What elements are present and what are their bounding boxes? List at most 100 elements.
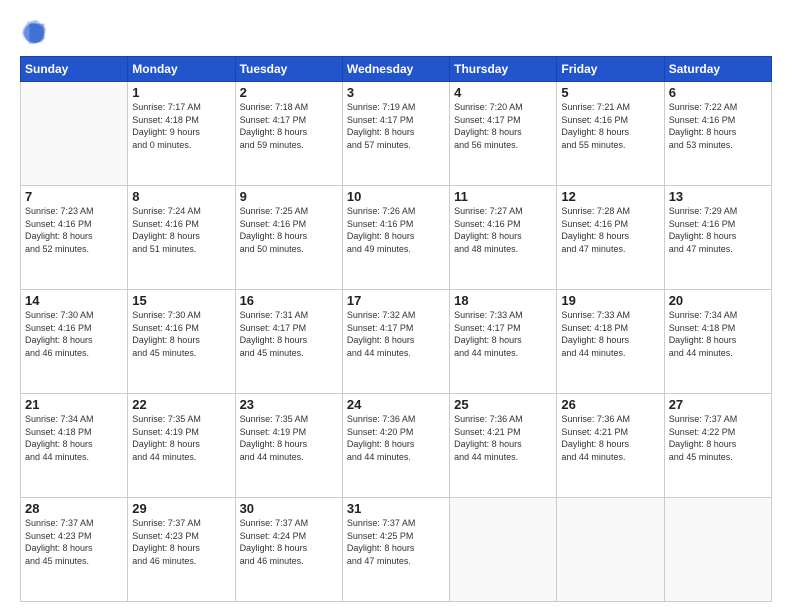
day-info: Sunrise: 7:30 AM Sunset: 4:16 PM Dayligh… xyxy=(132,309,230,359)
day-number: 3 xyxy=(347,85,445,100)
calendar-cell: 19Sunrise: 7:33 AM Sunset: 4:18 PM Dayli… xyxy=(557,290,664,394)
col-sunday: Sunday xyxy=(21,57,128,82)
day-number: 14 xyxy=(25,293,123,308)
day-number: 8 xyxy=(132,189,230,204)
calendar-cell xyxy=(21,82,128,186)
day-info: Sunrise: 7:32 AM Sunset: 4:17 PM Dayligh… xyxy=(347,309,445,359)
calendar-cell: 24Sunrise: 7:36 AM Sunset: 4:20 PM Dayli… xyxy=(342,394,449,498)
calendar-cell: 28Sunrise: 7:37 AM Sunset: 4:23 PM Dayli… xyxy=(21,498,128,602)
day-number: 5 xyxy=(561,85,659,100)
calendar-week-row: 21Sunrise: 7:34 AM Sunset: 4:18 PM Dayli… xyxy=(21,394,772,498)
calendar-cell: 7Sunrise: 7:23 AM Sunset: 4:16 PM Daylig… xyxy=(21,186,128,290)
day-info: Sunrise: 7:36 AM Sunset: 4:21 PM Dayligh… xyxy=(454,413,552,463)
day-number: 17 xyxy=(347,293,445,308)
day-number: 6 xyxy=(669,85,767,100)
day-info: Sunrise: 7:37 AM Sunset: 4:23 PM Dayligh… xyxy=(132,517,230,567)
day-info: Sunrise: 7:37 AM Sunset: 4:23 PM Dayligh… xyxy=(25,517,123,567)
calendar-cell: 5Sunrise: 7:21 AM Sunset: 4:16 PM Daylig… xyxy=(557,82,664,186)
day-info: Sunrise: 7:30 AM Sunset: 4:16 PM Dayligh… xyxy=(25,309,123,359)
calendar-cell: 23Sunrise: 7:35 AM Sunset: 4:19 PM Dayli… xyxy=(235,394,342,498)
calendar-cell: 30Sunrise: 7:37 AM Sunset: 4:24 PM Dayli… xyxy=(235,498,342,602)
day-number: 10 xyxy=(347,189,445,204)
calendar-cell: 14Sunrise: 7:30 AM Sunset: 4:16 PM Dayli… xyxy=(21,290,128,394)
day-info: Sunrise: 7:28 AM Sunset: 4:16 PM Dayligh… xyxy=(561,205,659,255)
calendar-cell: 9Sunrise: 7:25 AM Sunset: 4:16 PM Daylig… xyxy=(235,186,342,290)
day-number: 2 xyxy=(240,85,338,100)
day-number: 22 xyxy=(132,397,230,412)
page: Sunday Monday Tuesday Wednesday Thursday… xyxy=(0,0,792,612)
day-number: 4 xyxy=(454,85,552,100)
day-number: 28 xyxy=(25,501,123,516)
calendar-cell: 4Sunrise: 7:20 AM Sunset: 4:17 PM Daylig… xyxy=(450,82,557,186)
col-saturday: Saturday xyxy=(664,57,771,82)
day-number: 20 xyxy=(669,293,767,308)
day-info: Sunrise: 7:33 AM Sunset: 4:18 PM Dayligh… xyxy=(561,309,659,359)
day-info: Sunrise: 7:21 AM Sunset: 4:16 PM Dayligh… xyxy=(561,101,659,151)
calendar-cell: 27Sunrise: 7:37 AM Sunset: 4:22 PM Dayli… xyxy=(664,394,771,498)
day-number: 25 xyxy=(454,397,552,412)
day-number: 30 xyxy=(240,501,338,516)
day-info: Sunrise: 7:23 AM Sunset: 4:16 PM Dayligh… xyxy=(25,205,123,255)
calendar-cell: 15Sunrise: 7:30 AM Sunset: 4:16 PM Dayli… xyxy=(128,290,235,394)
calendar-week-row: 14Sunrise: 7:30 AM Sunset: 4:16 PM Dayli… xyxy=(21,290,772,394)
col-monday: Monday xyxy=(128,57,235,82)
calendar-cell: 13Sunrise: 7:29 AM Sunset: 4:16 PM Dayli… xyxy=(664,186,771,290)
calendar-cell: 3Sunrise: 7:19 AM Sunset: 4:17 PM Daylig… xyxy=(342,82,449,186)
day-number: 15 xyxy=(132,293,230,308)
day-info: Sunrise: 7:20 AM Sunset: 4:17 PM Dayligh… xyxy=(454,101,552,151)
day-number: 7 xyxy=(25,189,123,204)
calendar-cell: 10Sunrise: 7:26 AM Sunset: 4:16 PM Dayli… xyxy=(342,186,449,290)
day-info: Sunrise: 7:34 AM Sunset: 4:18 PM Dayligh… xyxy=(25,413,123,463)
day-info: Sunrise: 7:27 AM Sunset: 4:16 PM Dayligh… xyxy=(454,205,552,255)
day-info: Sunrise: 7:37 AM Sunset: 4:22 PM Dayligh… xyxy=(669,413,767,463)
calendar-cell: 18Sunrise: 7:33 AM Sunset: 4:17 PM Dayli… xyxy=(450,290,557,394)
calendar-cell xyxy=(664,498,771,602)
day-number: 23 xyxy=(240,397,338,412)
day-info: Sunrise: 7:17 AM Sunset: 4:18 PM Dayligh… xyxy=(132,101,230,151)
day-info: Sunrise: 7:29 AM Sunset: 4:16 PM Dayligh… xyxy=(669,205,767,255)
calendar-cell: 12Sunrise: 7:28 AM Sunset: 4:16 PM Dayli… xyxy=(557,186,664,290)
col-wednesday: Wednesday xyxy=(342,57,449,82)
calendar-cell: 6Sunrise: 7:22 AM Sunset: 4:16 PM Daylig… xyxy=(664,82,771,186)
day-info: Sunrise: 7:19 AM Sunset: 4:17 PM Dayligh… xyxy=(347,101,445,151)
day-number: 21 xyxy=(25,397,123,412)
col-thursday: Thursday xyxy=(450,57,557,82)
day-number: 11 xyxy=(454,189,552,204)
day-number: 24 xyxy=(347,397,445,412)
col-friday: Friday xyxy=(557,57,664,82)
calendar-cell xyxy=(450,498,557,602)
logo-icon xyxy=(20,18,48,46)
day-info: Sunrise: 7:36 AM Sunset: 4:20 PM Dayligh… xyxy=(347,413,445,463)
calendar-cell: 20Sunrise: 7:34 AM Sunset: 4:18 PM Dayli… xyxy=(664,290,771,394)
day-info: Sunrise: 7:37 AM Sunset: 4:24 PM Dayligh… xyxy=(240,517,338,567)
day-info: Sunrise: 7:18 AM Sunset: 4:17 PM Dayligh… xyxy=(240,101,338,151)
day-info: Sunrise: 7:25 AM Sunset: 4:16 PM Dayligh… xyxy=(240,205,338,255)
calendar-cell: 16Sunrise: 7:31 AM Sunset: 4:17 PM Dayli… xyxy=(235,290,342,394)
day-number: 1 xyxy=(132,85,230,100)
day-number: 31 xyxy=(347,501,445,516)
day-number: 13 xyxy=(669,189,767,204)
calendar-cell: 2Sunrise: 7:18 AM Sunset: 4:17 PM Daylig… xyxy=(235,82,342,186)
day-number: 26 xyxy=(561,397,659,412)
day-number: 29 xyxy=(132,501,230,516)
calendar-cell: 11Sunrise: 7:27 AM Sunset: 4:16 PM Dayli… xyxy=(450,186,557,290)
calendar-week-row: 28Sunrise: 7:37 AM Sunset: 4:23 PM Dayli… xyxy=(21,498,772,602)
day-info: Sunrise: 7:36 AM Sunset: 4:21 PM Dayligh… xyxy=(561,413,659,463)
day-info: Sunrise: 7:24 AM Sunset: 4:16 PM Dayligh… xyxy=(132,205,230,255)
header xyxy=(20,18,772,46)
day-info: Sunrise: 7:26 AM Sunset: 4:16 PM Dayligh… xyxy=(347,205,445,255)
calendar-cell: 31Sunrise: 7:37 AM Sunset: 4:25 PM Dayli… xyxy=(342,498,449,602)
calendar-cell: 29Sunrise: 7:37 AM Sunset: 4:23 PM Dayli… xyxy=(128,498,235,602)
day-info: Sunrise: 7:31 AM Sunset: 4:17 PM Dayligh… xyxy=(240,309,338,359)
calendar-header-row: Sunday Monday Tuesday Wednesday Thursday… xyxy=(21,57,772,82)
calendar: Sunday Monday Tuesday Wednesday Thursday… xyxy=(20,56,772,602)
day-info: Sunrise: 7:22 AM Sunset: 4:16 PM Dayligh… xyxy=(669,101,767,151)
calendar-cell: 25Sunrise: 7:36 AM Sunset: 4:21 PM Dayli… xyxy=(450,394,557,498)
day-number: 27 xyxy=(669,397,767,412)
calendar-cell: 26Sunrise: 7:36 AM Sunset: 4:21 PM Dayli… xyxy=(557,394,664,498)
calendar-cell: 21Sunrise: 7:34 AM Sunset: 4:18 PM Dayli… xyxy=(21,394,128,498)
day-number: 9 xyxy=(240,189,338,204)
day-info: Sunrise: 7:37 AM Sunset: 4:25 PM Dayligh… xyxy=(347,517,445,567)
logo xyxy=(20,18,52,46)
calendar-cell: 1Sunrise: 7:17 AM Sunset: 4:18 PM Daylig… xyxy=(128,82,235,186)
